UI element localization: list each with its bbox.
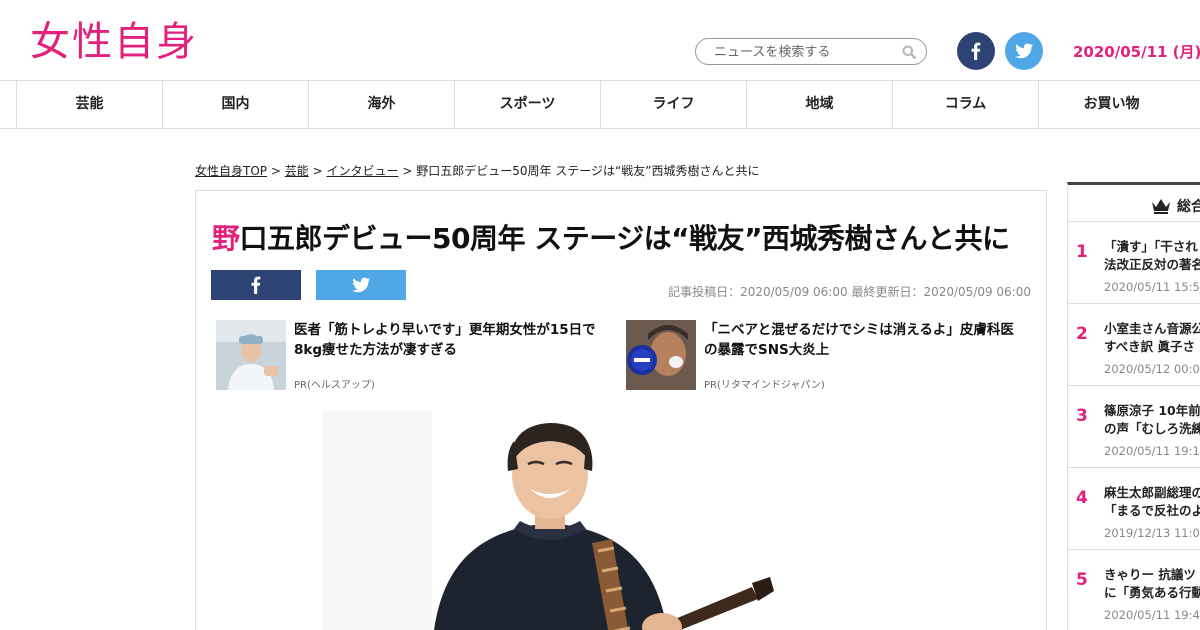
ranking-label: 総合: [1177, 199, 1200, 215]
category-nav: 芸能 国内 海外 スポーツ ライフ 地域 コラム お買い物: [0, 80, 1200, 129]
pr-ad-source: PR(ヘルスアップ): [294, 380, 375, 391]
rank-headline[interactable]: きゃりー 抗議ツ に「勇気ある行動: [1104, 566, 1200, 602]
twitter-icon: [352, 277, 370, 293]
pr-ad-source: PR(リタマインドジャパン): [704, 380, 825, 391]
twitter-icon: [1015, 43, 1033, 59]
facebook-link[interactable]: [957, 32, 995, 70]
rank-headline[interactable]: 麻生太郎副総理の 「まるで反社のよ: [1104, 484, 1200, 520]
ranking-item[interactable]: 3 篠原涼子 10年前 の声「むしろ洗練 2020/05/11 19:14: [1067, 386, 1200, 468]
facebook-icon: [971, 42, 981, 60]
nav-item-overseas[interactable]: 海外: [308, 81, 454, 128]
search-input[interactable]: [714, 42, 894, 62]
facebook-share-button[interactable]: [211, 270, 301, 300]
article-meta-dates: 記事投稿日：2020/05/09 06:00 最終更新日：2020/05/09 …: [668, 285, 1031, 299]
breadcrumb-link-entertainment[interactable]: 芸能: [285, 164, 309, 178]
rank-headline[interactable]: 小室圭さん音源公 すべき訳 眞子さ: [1104, 320, 1200, 356]
rank-headline[interactable]: 「潰す」「干され 法改正反対の著名: [1104, 238, 1200, 274]
rank-number: 2: [1076, 324, 1088, 344]
breadcrumb-link-top[interactable]: 女性自身TOP: [195, 164, 267, 178]
site-header: 女性自身 2020/05/11 (月): [0, 0, 1200, 80]
site-logo[interactable]: 女性自身: [30, 16, 198, 68]
title-rest: 口五郎デビュー50周年 ステージは“戦友”西城秀樹さんと共に: [239, 222, 1010, 255]
ranking-header: 総合: [1067, 182, 1200, 222]
article-title: 野口五郎デビュー50周年 ステージは“戦友”西城秀樹さんと共に: [212, 217, 1010, 257]
ranking-sidebar: 総合 1 「潰す」「干され 法改正反対の著名 2020/05/11 15:59 …: [1067, 182, 1200, 630]
nav-item-region[interactable]: 地域: [746, 81, 892, 128]
title-first-char: 野: [212, 222, 240, 255]
twitter-link[interactable]: [1005, 32, 1043, 70]
search-icon[interactable]: [902, 45, 916, 59]
breadcrumb-current: 野口五郎デビュー50周年 ステージは“戦友”西城秀樹さんと共に: [416, 164, 760, 178]
rank-date: 2020/05/11 19:49: [1104, 608, 1200, 622]
rank-date: 2020/05/11 19:14: [1104, 444, 1200, 458]
pr-ad-card[interactable]: 「ニベアと混ぜるだけでシミは消えるよ」皮膚科医の暴露でSNS大炎上 PR(リタマ…: [626, 320, 1026, 392]
pr-thumbnail[interactable]: [626, 320, 696, 390]
nav-item-sports[interactable]: スポーツ: [454, 81, 600, 128]
ranking-item[interactable]: 1 「潰す」「干され 法改正反対の著名 2020/05/11 15:59: [1067, 222, 1200, 304]
nav-item-domestic[interactable]: 国内: [162, 81, 308, 128]
search-box[interactable]: [695, 38, 927, 65]
current-date: 2020/05/11 (月): [1073, 43, 1200, 61]
rank-date: 2020/05/11 15:59: [1104, 280, 1200, 294]
pr-thumbnail[interactable]: [216, 320, 286, 390]
pr-ad-title[interactable]: 医者「筋トレより早いです」更年期女性が15日で8kg痩せた方法が凄すぎる: [294, 320, 614, 360]
nav-item-column[interactable]: コラム: [892, 81, 1038, 128]
ranking-item[interactable]: 4 麻生太郎副総理の 「まるで反社のよ 2019/12/13 11:00: [1067, 468, 1200, 550]
rank-number: 5: [1076, 570, 1088, 590]
breadcrumb-separator: >: [312, 164, 323, 178]
ranking-item[interactable]: 5 きゃりー 抗議ツ に「勇気ある行動 2020/05/11 19:49: [1067, 550, 1200, 630]
breadcrumb-separator: >: [270, 164, 281, 178]
nav-item-life[interactable]: ライフ: [600, 81, 746, 128]
breadcrumb: 女性自身TOP > 芸能 > インタビュー > 野口五郎デビュー50周年 ステー…: [195, 162, 759, 179]
twitter-share-button[interactable]: [316, 270, 406, 300]
article-main-photo: [322, 411, 782, 630]
rank-headline[interactable]: 篠原涼子 10年前 の声「むしろ洗練: [1104, 402, 1200, 438]
nav-item-shopping[interactable]: お買い物: [1038, 81, 1184, 128]
breadcrumb-separator: >: [402, 164, 413, 178]
breadcrumb-link-interview[interactable]: インタビュー: [326, 164, 398, 178]
ranking-item[interactable]: 2 小室圭さん音源公 すべき訳 眞子さ 2020/05/12 00:00: [1067, 304, 1200, 386]
rank-number: 1: [1076, 242, 1088, 262]
rank-date: 2019/12/13 11:00: [1104, 526, 1200, 540]
crown-icon: [1152, 199, 1170, 214]
rank-date: 2020/05/12 00:00: [1104, 362, 1200, 376]
nav-item-entertainment[interactable]: 芸能: [16, 81, 162, 128]
rank-number: 4: [1076, 488, 1088, 508]
pr-ad-card[interactable]: 医者「筋トレより早いです」更年期女性が15日で8kg痩せた方法が凄すぎる PR(…: [216, 320, 616, 392]
facebook-icon: [251, 276, 261, 294]
rank-number: 3: [1076, 406, 1088, 426]
pr-ad-title[interactable]: 「ニベアと混ぜるだけでシミは消えるよ」皮膚科医の暴露でSNS大炎上: [704, 320, 1024, 360]
article-card: 野口五郎デビュー50周年 ステージは“戦友”西城秀樹さんと共に 記事投稿日：20…: [195, 190, 1047, 630]
